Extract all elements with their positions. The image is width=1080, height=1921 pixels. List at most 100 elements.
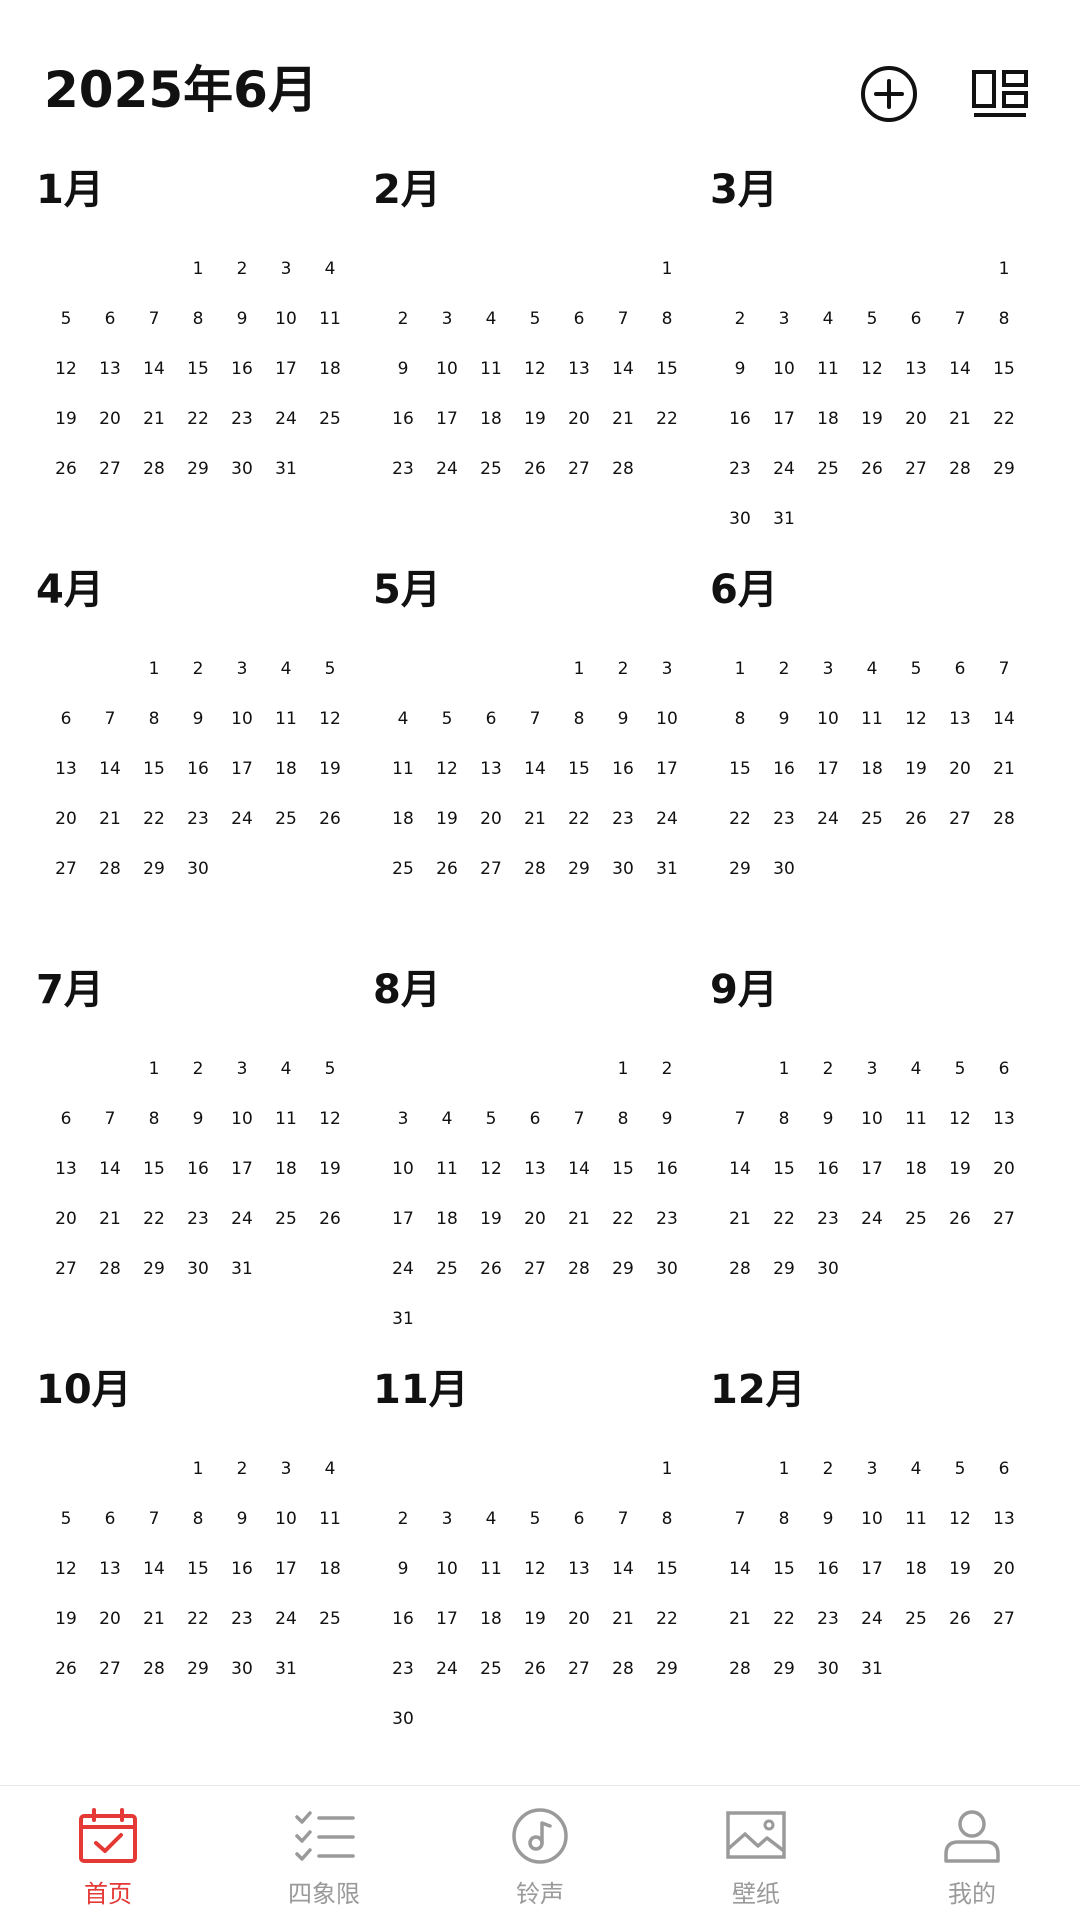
day-cell[interactable]: 12 bbox=[425, 744, 469, 794]
day-cell[interactable]: 25 bbox=[308, 1594, 352, 1644]
day-cell[interactable]: 7 bbox=[982, 644, 1026, 694]
day-cell[interactable]: 27 bbox=[88, 444, 132, 494]
day-cell[interactable]: 16 bbox=[176, 744, 220, 794]
day-cell[interactable]: 7 bbox=[88, 694, 132, 744]
day-cell[interactable]: 21 bbox=[938, 394, 982, 444]
day-cell[interactable]: 6 bbox=[513, 1094, 557, 1144]
day-cell[interactable]: 27 bbox=[88, 1644, 132, 1694]
day-cell[interactable]: 17 bbox=[425, 1594, 469, 1644]
day-cell[interactable]: 2 bbox=[645, 1044, 689, 1094]
day-cell[interactable]: 17 bbox=[850, 1144, 894, 1194]
day-cell[interactable]: 31 bbox=[264, 444, 308, 494]
day-cell[interactable]: 3 bbox=[850, 1044, 894, 1094]
day-cell[interactable]: 1 bbox=[176, 1444, 220, 1494]
tab-profile[interactable]: 我的 bbox=[864, 1786, 1080, 1921]
day-cell[interactable]: 26 bbox=[308, 1194, 352, 1244]
day-cell[interactable]: 20 bbox=[557, 1594, 601, 1644]
day-cell[interactable]: 14 bbox=[601, 1544, 645, 1594]
day-cell[interactable]: 31 bbox=[645, 844, 689, 894]
day-cell[interactable]: 16 bbox=[381, 394, 425, 444]
day-cell[interactable]: 11 bbox=[469, 344, 513, 394]
day-cell[interactable]: 11 bbox=[308, 294, 352, 344]
day-cell[interactable]: 13 bbox=[88, 344, 132, 394]
day-cell[interactable]: 19 bbox=[894, 744, 938, 794]
day-cell[interactable]: 25 bbox=[381, 844, 425, 894]
day-cell[interactable]: 3 bbox=[762, 294, 806, 344]
day-cell[interactable]: 27 bbox=[982, 1594, 1026, 1644]
day-cell[interactable]: 6 bbox=[88, 1494, 132, 1544]
day-cell[interactable]: 1 bbox=[645, 244, 689, 294]
day-cell[interactable]: 14 bbox=[88, 1144, 132, 1194]
day-cell[interactable]: 3 bbox=[645, 644, 689, 694]
day-cell[interactable]: 28 bbox=[601, 444, 645, 494]
month-title[interactable]: 6月 bbox=[710, 560, 778, 620]
day-cell[interactable]: 16 bbox=[601, 744, 645, 794]
day-cell[interactable]: 16 bbox=[645, 1144, 689, 1194]
day-cell[interactable]: 14 bbox=[601, 344, 645, 394]
day-cell[interactable]: 24 bbox=[806, 794, 850, 844]
tab-quadrant[interactable]: 四象限 bbox=[216, 1786, 432, 1921]
day-cell[interactable]: 20 bbox=[894, 394, 938, 444]
month-title[interactable]: 8月 bbox=[373, 960, 441, 1020]
day-cell[interactable]: 29 bbox=[176, 444, 220, 494]
day-cell[interactable]: 21 bbox=[132, 394, 176, 444]
day-cell[interactable]: 1 bbox=[132, 1044, 176, 1094]
day-cell[interactable]: 29 bbox=[762, 1644, 806, 1694]
day-cell[interactable]: 6 bbox=[469, 694, 513, 744]
day-cell[interactable]: 30 bbox=[381, 1694, 425, 1744]
day-cell[interactable]: 9 bbox=[381, 344, 425, 394]
day-cell[interactable]: 13 bbox=[982, 1494, 1026, 1544]
day-cell[interactable]: 11 bbox=[425, 1144, 469, 1194]
day-cell[interactable]: 24 bbox=[425, 444, 469, 494]
day-cell[interactable]: 31 bbox=[220, 1244, 264, 1294]
day-cell[interactable]: 22 bbox=[982, 394, 1026, 444]
add-button[interactable] bbox=[857, 64, 921, 124]
month-title[interactable]: 5月 bbox=[373, 560, 441, 620]
day-cell[interactable]: 30 bbox=[806, 1244, 850, 1294]
day-cell[interactable]: 23 bbox=[645, 1194, 689, 1244]
day-cell[interactable]: 16 bbox=[762, 744, 806, 794]
day-cell[interactable]: 18 bbox=[894, 1144, 938, 1194]
day-cell[interactable]: 12 bbox=[308, 1094, 352, 1144]
day-cell[interactable]: 12 bbox=[938, 1094, 982, 1144]
day-cell[interactable]: 13 bbox=[894, 344, 938, 394]
day-cell[interactable]: 20 bbox=[44, 794, 88, 844]
day-cell[interactable]: 31 bbox=[850, 1644, 894, 1694]
day-cell[interactable]: 23 bbox=[220, 1594, 264, 1644]
day-cell[interactable]: 6 bbox=[982, 1444, 1026, 1494]
day-cell[interactable]: 18 bbox=[264, 1144, 308, 1194]
day-cell[interactable]: 16 bbox=[381, 1594, 425, 1644]
day-cell[interactable]: 30 bbox=[762, 844, 806, 894]
day-cell[interactable]: 6 bbox=[938, 644, 982, 694]
day-cell[interactable]: 12 bbox=[938, 1494, 982, 1544]
day-cell[interactable]: 23 bbox=[176, 794, 220, 844]
day-cell[interactable]: 17 bbox=[264, 1544, 308, 1594]
day-cell[interactable]: 5 bbox=[850, 294, 894, 344]
day-cell[interactable]: 13 bbox=[44, 744, 88, 794]
day-cell[interactable]: 1 bbox=[132, 644, 176, 694]
day-cell[interactable]: 24 bbox=[264, 394, 308, 444]
day-cell[interactable]: 16 bbox=[220, 344, 264, 394]
day-cell[interactable]: 19 bbox=[308, 1144, 352, 1194]
day-cell[interactable]: 29 bbox=[132, 844, 176, 894]
day-cell[interactable]: 5 bbox=[308, 1044, 352, 1094]
day-cell[interactable]: 15 bbox=[645, 1544, 689, 1594]
day-cell[interactable]: 28 bbox=[132, 1644, 176, 1694]
day-cell[interactable]: 29 bbox=[982, 444, 1026, 494]
day-cell[interactable]: 28 bbox=[513, 844, 557, 894]
day-cell[interactable]: 21 bbox=[982, 744, 1026, 794]
day-cell[interactable]: 29 bbox=[132, 1244, 176, 1294]
day-cell[interactable]: 25 bbox=[894, 1194, 938, 1244]
day-cell[interactable]: 30 bbox=[176, 844, 220, 894]
day-cell[interactable]: 5 bbox=[44, 294, 88, 344]
day-cell[interactable]: 25 bbox=[469, 1644, 513, 1694]
day-cell[interactable]: 15 bbox=[762, 1144, 806, 1194]
day-cell[interactable]: 3 bbox=[425, 294, 469, 344]
day-cell[interactable]: 17 bbox=[381, 1194, 425, 1244]
day-cell[interactable]: 20 bbox=[88, 1594, 132, 1644]
day-cell[interactable]: 9 bbox=[718, 344, 762, 394]
day-cell[interactable]: 9 bbox=[806, 1494, 850, 1544]
day-cell[interactable]: 11 bbox=[264, 1094, 308, 1144]
day-cell[interactable]: 4 bbox=[381, 694, 425, 744]
day-cell[interactable]: 8 bbox=[132, 1094, 176, 1144]
